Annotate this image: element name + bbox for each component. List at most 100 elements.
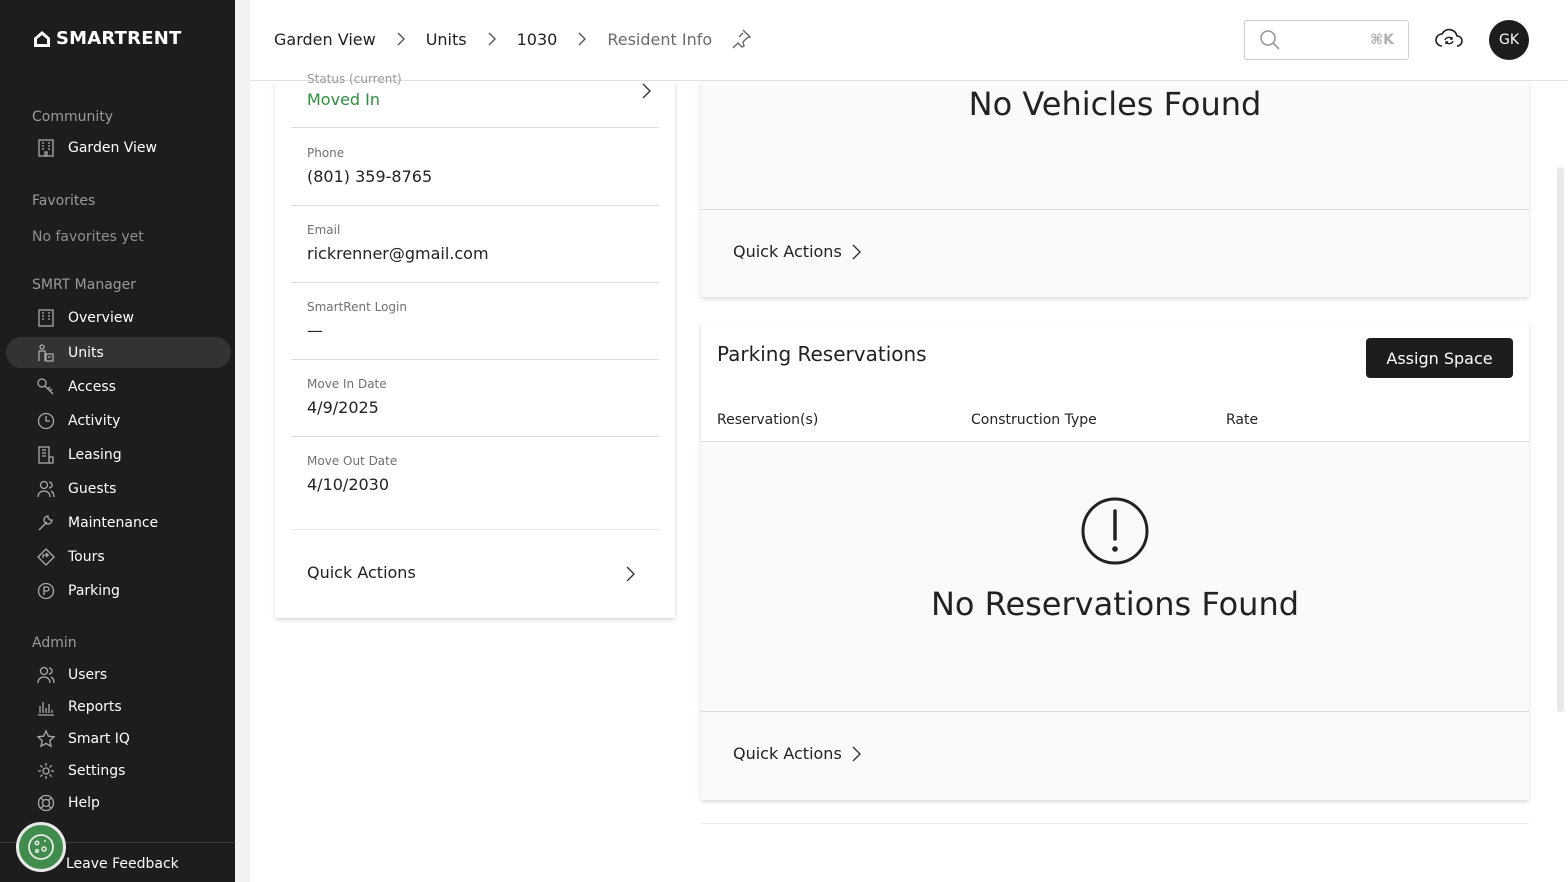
parking-card-header: Parking Reservations Assign Space Reserv… [701,323,1529,442]
exclamation-circle-icon [1081,497,1149,565]
card-divider [701,711,1529,712]
move-in-date-field: Move In Date 4/9/2025 [291,360,659,437]
assign-space-button[interactable]: Assign Space [1366,338,1513,378]
cookie-icon [28,834,54,860]
vehicles-card: No Vehicles Found Quick Actions [701,81,1529,297]
scrollbar-thumb[interactable] [1557,167,1564,712]
sidebar-item-label: Access [68,378,116,395]
sidebar-item-overview[interactable]: Overview [6,302,231,333]
breadcrumb-garden-view[interactable]: Garden View [274,30,376,49]
building-icon [38,308,54,327]
diamond-direction-icon [37,547,55,566]
parking-quick-actions[interactable]: Quick Actions [733,744,864,763]
no-reservations-message: No Reservations Found [930,585,1300,623]
sidebar-item-reports[interactable]: Reports [6,691,231,722]
sidebar-item-parking[interactable]: Parking [6,575,231,606]
quick-actions-label: Quick Actions [733,242,842,261]
section-divider [701,823,1529,824]
page-scrollbar[interactable] [1553,81,1568,882]
sidebar-item-units[interactable]: Units [6,337,231,368]
sidebar-item-help[interactable]: Help [6,787,231,818]
sidebar-item-label: Leasing [68,446,122,463]
login-value: — [307,321,323,340]
moveout-value: 4/10/2030 [307,475,390,494]
search-icon [1260,30,1280,50]
quick-actions-label: Quick Actions [733,744,842,763]
sidebar-item-activity[interactable]: Activity [6,405,231,436]
sidebar-item-guests[interactable]: Guests [6,473,231,504]
sidebar-item-label: Reports [68,698,122,715]
chevron-right-icon [852,244,861,259]
sidebar-item-label: Overview [68,309,134,326]
cookie-settings-button[interactable] [16,822,66,872]
user-avatar[interactable]: GK [1489,20,1529,60]
search-shortcut: ⌘K [1370,32,1394,48]
key-icon [37,377,54,394]
sidebar-item-label: Users [68,666,108,683]
sidebar-item-label: Maintenance [68,514,159,531]
gear-icon [38,762,54,779]
breadcrumb-resident-info: Resident Info [607,29,713,49]
sidebar-item-tours[interactable]: Tours [6,541,231,572]
vehicles-quick-actions[interactable]: Quick Actions [733,242,864,261]
parking-reservations-card: Parking Reservations Assign Space Reserv… [701,323,1529,800]
sidebar-item-label: Settings [68,762,126,779]
smartrent-logo[interactable]: SMARTRENT [32,28,181,49]
email-value: rickrenner@gmail.com [307,244,489,263]
movein-value: 4/9/2025 [307,398,379,417]
community-section-title: Community [32,109,114,125]
status-label: Status (current) [307,72,402,86]
sidebar-item-label: Tours [68,548,105,565]
favorites-empty-text: No favorites yet [32,229,144,245]
sidebar-item-label: Parking [68,582,120,599]
status-value: Moved In [307,90,381,109]
column-header-rate[interactable]: Rate [1226,412,1258,428]
clock-icon [37,412,55,429]
phone-field: Phone (801) 359-8765 [291,129,659,206]
movein-label: Move In Date [307,377,387,391]
email-field: Email rickrenner@gmail.com [291,206,659,283]
status-field[interactable]: Status (current) Moved In [291,72,659,128]
sidebar-item-label: Guests [68,480,117,497]
sidebar-item-label: Units [68,344,104,361]
chevron-right-icon [642,83,651,99]
parking-icon [37,582,55,599]
sidebar: SMARTRENT Community Garden View Favorite… [0,0,235,882]
column-header-construction-type[interactable]: Construction Type [971,412,1097,428]
chevron-right-icon [397,32,405,46]
chevron-right-icon [488,32,496,46]
breadcrumb-units[interactable]: Units [426,30,467,49]
cloud-sync-icon[interactable] [1434,26,1464,52]
sidebar-item-label: Smart IQ [68,730,130,747]
sidebar-item-users[interactable]: Users [6,659,231,690]
login-label: SmartRent Login [307,300,407,314]
sidebar-item-label: Garden View [68,139,157,156]
sidebar-item-smart-iq[interactable]: Smart IQ [6,723,231,754]
resident-quick-actions[interactable]: Quick Actions [307,563,416,582]
parking-title: Parking Reservations [717,342,927,366]
breadcrumb-unit-1030[interactable]: 1030 [517,30,558,49]
chevron-right-icon[interactable] [622,566,638,582]
smrt-manager-section-title: SMRT Manager [32,277,137,293]
column-header-reservations[interactable]: Reservation(s) [717,412,818,428]
phone-label: Phone [307,146,345,160]
card-divider [701,209,1529,210]
house-logo-icon [34,30,50,47]
leave-feedback-link[interactable]: Leave Feedback [66,856,179,872]
star-icon [36,728,56,747]
sidebar-item-access[interactable]: Access [6,371,231,402]
guests-icon [37,480,55,497]
sidebar-item-settings[interactable]: Settings [6,755,231,786]
chevron-right-icon [852,746,861,761]
sidebar-item-garden-view[interactable]: Garden View [6,132,231,163]
search-button[interactable]: ⌘K [1244,20,1409,60]
pin-icon[interactable] [730,28,752,50]
units-icon [38,343,54,362]
no-vehicles-message: No Vehicles Found [968,85,1262,123]
move-out-date-field: Move Out Date 4/10/2030 [291,437,659,530]
moveout-label: Move Out Date [307,454,398,468]
leasing-icon [38,445,54,464]
sidebar-item-leasing[interactable]: Leasing [6,439,231,470]
sidebar-item-maintenance[interactable]: Maintenance [6,507,231,538]
bar-chart-icon [38,701,54,716]
